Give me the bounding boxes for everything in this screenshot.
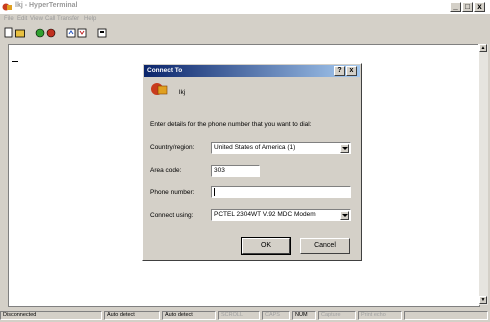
vertical-scrollbar[interactable]: ▲ ▼ (478, 44, 488, 305)
connect-to-dialog: Connect To ? x lkj Enter details for the… (142, 63, 362, 261)
status-auto-detect-2: Auto detect (162, 311, 216, 320)
send-icon[interactable] (66, 27, 76, 38)
menu-edit[interactable]: Edit (17, 16, 27, 22)
phone-number-input[interactable] (211, 186, 351, 198)
country-value: United States of America (1) (214, 144, 296, 151)
connection-name: lkj (179, 89, 186, 96)
chevron-down-icon[interactable] (340, 211, 349, 220)
menu-help[interactable]: Help (84, 16, 96, 22)
status-auto-detect-1: Auto detect (104, 311, 160, 320)
area-code-input[interactable]: 303 (211, 165, 260, 177)
connect-using-select[interactable]: PCTEL 2304WT V.92 MDC Modem (211, 209, 351, 221)
new-connection-icon[interactable] (4, 27, 14, 38)
status-capture: Capture (318, 311, 356, 320)
status-scroll: SCROLL (218, 311, 260, 320)
dialog-titlebar[interactable]: Connect To ? x (144, 65, 360, 77)
status-bar: Disconnected Auto detect Auto detect SCR… (0, 310, 490, 322)
menu-call[interactable]: Call (45, 16, 55, 22)
window-title: lkj - HyperTerminal (15, 2, 78, 9)
maximize-button[interactable]: □ (462, 2, 473, 12)
window-titlebar[interactable]: lkj - HyperTerminal _ □ x (0, 0, 490, 14)
connect-using-label: Connect using: (150, 212, 194, 219)
status-empty (404, 311, 488, 320)
scroll-down-button[interactable]: ▼ (479, 296, 487, 304)
menu-view[interactable]: View (30, 16, 43, 22)
dialog-close-button[interactable]: x (346, 66, 357, 76)
menu-transfer[interactable]: Transfer (57, 16, 79, 22)
toolbar (0, 26, 490, 40)
properties-icon[interactable] (97, 27, 107, 38)
hyperterminal-icon (2, 3, 12, 11)
help-button[interactable]: ? (334, 66, 345, 76)
connection-icon (151, 83, 168, 95)
country-select[interactable]: United States of America (1) (211, 142, 351, 154)
text-caret (214, 188, 215, 196)
country-label: Country/region: (150, 144, 195, 151)
status-caps: CAPS (262, 311, 290, 320)
menu-file[interactable]: File (4, 16, 14, 22)
status-num: NUM (292, 311, 316, 320)
terminal-cursor (12, 61, 18, 62)
ok-button[interactable]: OK (241, 237, 291, 255)
disconnect-icon[interactable] (46, 27, 56, 38)
scroll-up-button[interactable]: ▲ (479, 44, 487, 52)
status-print-echo: Print echo (358, 311, 402, 320)
close-button[interactable]: x (474, 2, 485, 12)
open-icon[interactable] (15, 27, 25, 38)
chevron-down-icon[interactable] (340, 144, 349, 153)
area-code-label: Area code: (150, 167, 182, 174)
phone-number-label: Phone number: (150, 189, 195, 196)
status-connection: Disconnected (0, 311, 102, 320)
connect-icon[interactable] (35, 27, 45, 38)
menu-bar: File Edit View Call Transfer Help (0, 14, 490, 25)
minimize-button[interactable]: _ (450, 2, 461, 12)
receive-icon[interactable] (77, 27, 87, 38)
cancel-button[interactable]: Cancel (300, 238, 350, 254)
dialog-prompt: Enter details for the phone number that … (150, 121, 312, 128)
connect-using-value: PCTEL 2304WT V.92 MDC Modem (214, 211, 316, 218)
dialog-title: Connect To (147, 67, 183, 74)
